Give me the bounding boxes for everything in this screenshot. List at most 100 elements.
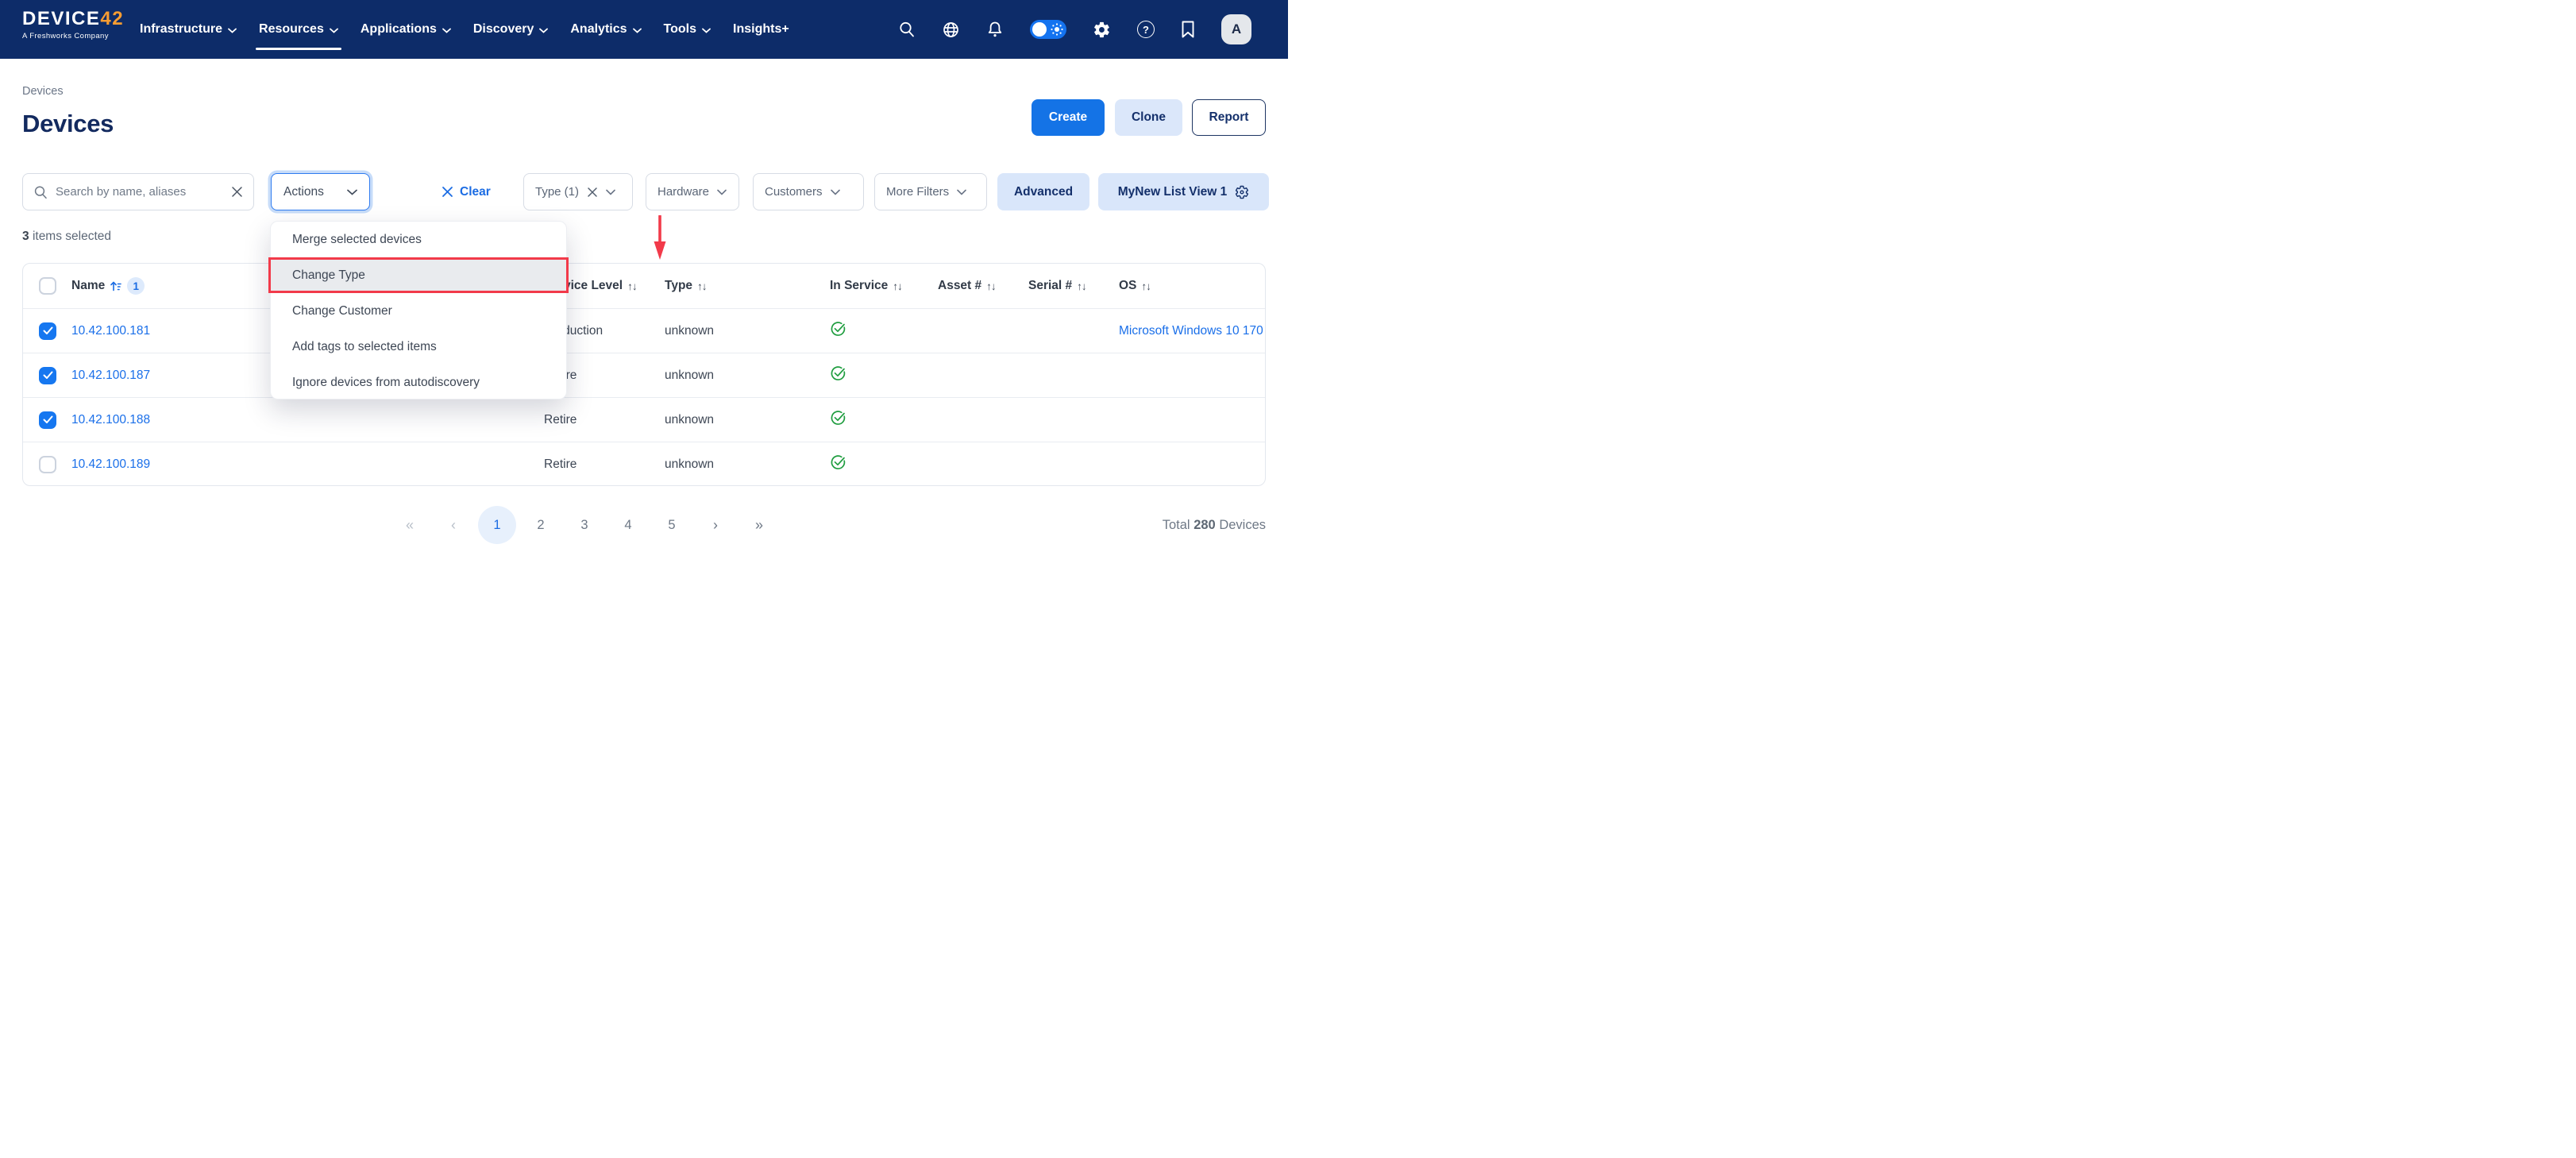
- cell-service-level: Retire: [544, 457, 577, 472]
- row-checkbox[interactable]: [39, 322, 56, 340]
- help-icon[interactable]: ?: [1137, 21, 1155, 38]
- nav-item-analytics[interactable]: Analytics: [570, 22, 641, 37]
- selection-label: items selected: [33, 230, 111, 243]
- theme-toggle[interactable]: [1030, 20, 1066, 39]
- actions-label: Actions: [283, 185, 324, 199]
- chip-label: Hardware: [657, 185, 709, 199]
- remove-filter-icon[interactable]: [587, 187, 598, 198]
- nav-item-infrastructure[interactable]: Infrastructure: [140, 22, 237, 37]
- nav-item-discovery[interactable]: Discovery: [473, 22, 549, 37]
- in-service-check-icon: [830, 410, 846, 430]
- pagination-page-2[interactable]: 2: [522, 506, 560, 544]
- sort-icon[interactable]: ↑↓: [1141, 280, 1151, 292]
- row-checkbox[interactable]: [39, 411, 56, 429]
- clone-button[interactable]: Clone: [1115, 99, 1182, 136]
- column-header-type[interactable]: Type ↑↓: [665, 279, 707, 293]
- clear-filters-button[interactable]: Clear: [442, 173, 491, 210]
- list-view-label: MyNew List View 1: [1118, 185, 1228, 199]
- gear-icon[interactable]: [1235, 185, 1249, 199]
- list-view-button[interactable]: MyNew List View 1: [1098, 173, 1269, 210]
- selection-status: 3 items selected: [22, 230, 111, 244]
- header-label: In Service: [830, 279, 888, 293]
- header-label: OS: [1119, 279, 1136, 293]
- nav-label: Applications: [361, 22, 437, 37]
- clear-search-icon[interactable]: [231, 186, 243, 198]
- menu-item-add-tags[interactable]: Add tags to selected items: [271, 329, 566, 365]
- total-suffix: Devices: [1219, 518, 1266, 532]
- nav-item-applications[interactable]: Applications: [361, 22, 451, 37]
- nav-item-insights[interactable]: Insights+: [733, 22, 789, 37]
- pagination-last[interactable]: »: [740, 506, 778, 544]
- cell-service-level: Retire: [544, 413, 577, 427]
- search-icon[interactable]: [898, 21, 916, 38]
- report-button[interactable]: Report: [1192, 99, 1266, 136]
- column-header-in-service[interactable]: In Service ↑↓: [830, 279, 902, 293]
- pagination-prev[interactable]: ‹: [434, 506, 472, 544]
- nav-item-tools[interactable]: Tools: [664, 22, 711, 37]
- brand-tagline: A Freshworks Company: [22, 32, 124, 41]
- column-header-name[interactable]: Name 1: [71, 277, 145, 295]
- sort-icon[interactable]: ↑↓: [1077, 280, 1086, 292]
- breadcrumb[interactable]: Devices: [22, 85, 64, 98]
- row-checkbox[interactable]: [39, 367, 56, 384]
- globe-icon[interactable]: [942, 21, 960, 39]
- filter-chip-customers[interactable]: Customers: [753, 173, 864, 210]
- sort-ascending-icon[interactable]: [110, 280, 122, 292]
- filter-chip-hardware[interactable]: Hardware: [646, 173, 739, 210]
- advanced-button[interactable]: Advanced: [997, 173, 1089, 210]
- os-link[interactable]: Microsoft Windows 10 170: [1119, 324, 1264, 338]
- actions-dropdown-button[interactable]: Actions: [271, 173, 370, 210]
- menu-item-ignore-devices[interactable]: Ignore devices from autodiscovery: [271, 365, 566, 400]
- sort-icon[interactable]: ↑↓: [893, 280, 902, 292]
- bookmark-icon[interactable]: [1181, 21, 1195, 38]
- header-label: Serial #: [1028, 279, 1072, 293]
- pagination-page-5[interactable]: 5: [653, 506, 691, 544]
- device-name-link[interactable]: 10.42.100.189: [71, 457, 150, 472]
- search-input[interactable]: [56, 185, 223, 199]
- sort-icon[interactable]: ↑↓: [697, 280, 707, 292]
- total-value: 280: [1194, 518, 1216, 532]
- column-header-serial[interactable]: Serial # ↑↓: [1028, 279, 1086, 293]
- chevron-down-icon: [330, 28, 338, 33]
- menu-item-merge-selected-devices[interactable]: Merge selected devices: [271, 222, 566, 257]
- column-header-asset[interactable]: Asset #↑↓: [938, 279, 996, 293]
- filter-chip-more-filters[interactable]: More Filters: [874, 173, 987, 210]
- create-button[interactable]: Create: [1032, 99, 1105, 136]
- menu-item-change-type[interactable]: Change Type: [268, 257, 569, 293]
- device-name-link[interactable]: 10.42.100.181: [71, 324, 150, 338]
- menu-item-change-customer[interactable]: Change Customer: [271, 293, 566, 329]
- pagination-page-1[interactable]: 1: [478, 506, 516, 544]
- check-icon: [43, 326, 53, 335]
- select-all-checkbox[interactable]: [39, 277, 56, 295]
- chevron-down-icon: [957, 189, 966, 195]
- device-name-link[interactable]: 10.42.100.188: [71, 413, 150, 427]
- nav-item-resources[interactable]: Resources: [259, 22, 338, 37]
- avatar[interactable]: A: [1221, 14, 1251, 44]
- navbar-icons: ? A: [898, 0, 1251, 59]
- sort-icon[interactable]: ↑↓: [627, 280, 637, 292]
- chip-label: Type (1): [535, 185, 579, 199]
- row-checkbox[interactable]: [39, 456, 56, 473]
- devices-page: DEVICE42 A Freshworks Company Infrastruc…: [0, 0, 1288, 579]
- pagination-page-4[interactable]: 4: [609, 506, 647, 544]
- chevron-down-icon: [347, 189, 357, 195]
- brand-logo[interactable]: DEVICE42 A Freshworks Company: [22, 9, 124, 41]
- gear-icon[interactable]: [1093, 21, 1111, 39]
- pagination-next[interactable]: ›: [696, 506, 735, 544]
- filter-chip-type[interactable]: Type (1): [523, 173, 633, 210]
- device-name-link[interactable]: 10.42.100.187: [71, 369, 150, 383]
- table-row: 10.42.100.188 Retire unknown: [23, 397, 1265, 442]
- total-label: Total: [1163, 518, 1190, 532]
- cell-type: unknown: [665, 369, 714, 383]
- pagination-first[interactable]: «: [391, 506, 429, 544]
- cell-type: unknown: [665, 324, 714, 338]
- sort-icon[interactable]: ↑↓: [986, 280, 996, 292]
- chevron-down-icon: [539, 28, 548, 33]
- column-header-os[interactable]: OS ↑↓: [1119, 279, 1264, 293]
- pagination-page-3[interactable]: 3: [565, 506, 604, 544]
- top-navbar: DEVICE42 A Freshworks Company Infrastruc…: [0, 0, 1288, 59]
- header-label: Type: [665, 279, 692, 293]
- chip-label: More Filters: [886, 185, 949, 199]
- brand-name: DEVICE42: [22, 9, 124, 29]
- bell-icon[interactable]: [986, 21, 1004, 39]
